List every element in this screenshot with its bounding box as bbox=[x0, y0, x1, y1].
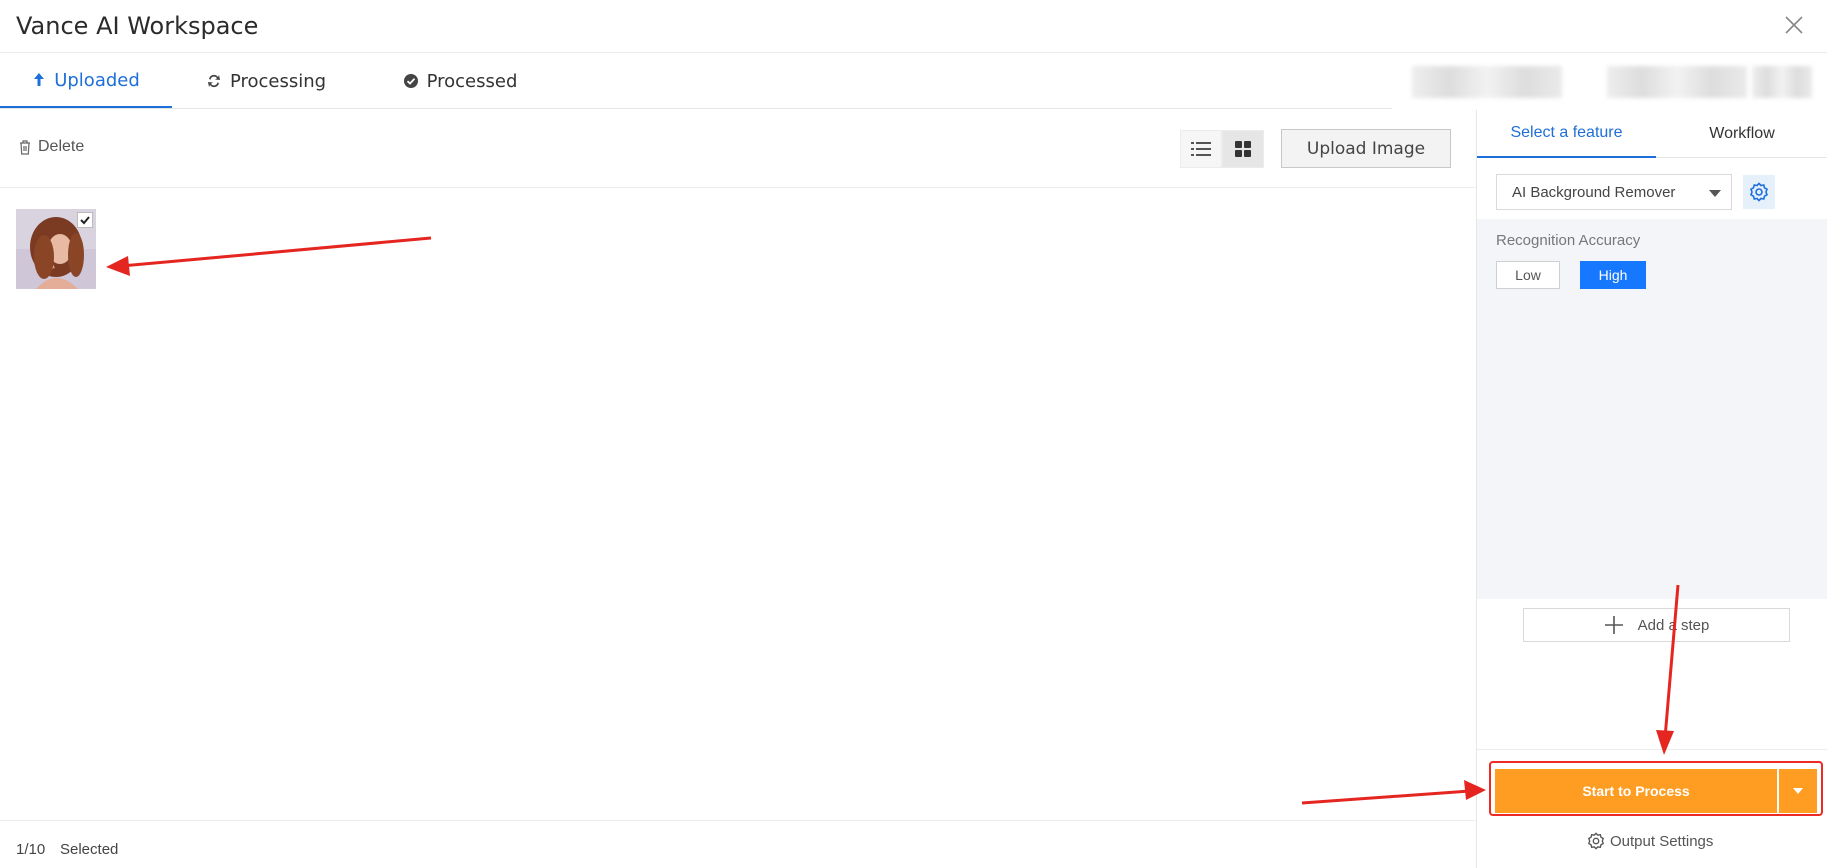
selection-count: 1/10 bbox=[16, 841, 46, 858]
feature-select-value: AI Background Remover bbox=[1512, 183, 1676, 201]
caret-down-icon bbox=[1709, 190, 1721, 197]
window-title: Vance AI Workspace bbox=[16, 12, 259, 40]
selected-checkbox[interactable] bbox=[77, 212, 93, 228]
start-process-button[interactable]: Start to Process bbox=[1495, 769, 1777, 813]
caret-down-icon bbox=[1793, 788, 1803, 794]
output-settings-link[interactable]: Output Settings bbox=[1587, 830, 1713, 852]
window-header: Vance AI Workspace bbox=[0, 0, 1827, 53]
tab-label: Uploaded bbox=[54, 69, 140, 91]
panel-divider bbox=[1477, 749, 1827, 750]
upload-image-button[interactable]: Upload Image bbox=[1281, 129, 1451, 168]
gear-icon bbox=[1750, 182, 1768, 202]
close-icon[interactable] bbox=[1783, 14, 1805, 36]
tab-workflow[interactable]: Workflow bbox=[1656, 110, 1827, 158]
trash-icon bbox=[20, 140, 30, 155]
image-gallery bbox=[0, 189, 1476, 819]
tab-processing[interactable]: Processing bbox=[196, 54, 336, 108]
blurred-block bbox=[1752, 66, 1812, 98]
tab-label: Processed bbox=[426, 70, 518, 92]
selected-label: Selected bbox=[60, 841, 119, 858]
add-step-label: Add a step bbox=[1637, 616, 1710, 634]
check-circle-icon bbox=[403, 74, 418, 88]
feature-settings-button[interactable] bbox=[1743, 175, 1775, 209]
grid-view-icon bbox=[1235, 141, 1251, 157]
output-settings-label: Output Settings bbox=[1610, 832, 1714, 850]
list-view-button[interactable] bbox=[1180, 130, 1222, 168]
toolbar: Delete Upload Image bbox=[0, 110, 1477, 188]
tab-uploaded[interactable]: Uploaded bbox=[0, 54, 172, 108]
add-step-button[interactable]: Add a step bbox=[1523, 608, 1790, 642]
delete-label: Delete bbox=[38, 138, 85, 155]
gear-icon bbox=[1587, 832, 1605, 850]
feature-select[interactable]: AI Background Remover bbox=[1496, 174, 1732, 210]
blurred-account-area bbox=[1392, 54, 1827, 110]
refresh-icon bbox=[207, 74, 220, 88]
plus-icon bbox=[1604, 616, 1623, 634]
check-icon bbox=[80, 216, 90, 225]
tab-label: Processing bbox=[229, 70, 327, 92]
view-toggle bbox=[1180, 130, 1264, 168]
panel-tabs: Select a feature Workflow bbox=[1477, 110, 1827, 158]
image-thumbnail[interactable] bbox=[16, 209, 96, 289]
accuracy-high-button[interactable]: High bbox=[1580, 261, 1646, 289]
blurred-block bbox=[1412, 66, 1562, 98]
feature-panel: Select a feature Workflow AI Background … bbox=[1476, 110, 1827, 868]
tab-processed[interactable]: Processed bbox=[380, 54, 540, 108]
accuracy-low-button[interactable]: Low bbox=[1496, 261, 1560, 289]
blurred-block bbox=[1607, 66, 1747, 98]
upload-arrow-icon bbox=[34, 73, 45, 86]
tab-select-feature[interactable]: Select a feature bbox=[1477, 110, 1656, 158]
recognition-accuracy-label: Recognition Accuracy bbox=[1496, 232, 1641, 249]
grid-view-button[interactable] bbox=[1222, 130, 1264, 168]
process-options-dropdown[interactable] bbox=[1779, 769, 1817, 813]
delete-button[interactable]: Delete bbox=[18, 138, 84, 156]
selection-footer: 1/10 Selected bbox=[0, 820, 1476, 868]
list-view-icon bbox=[1191, 142, 1211, 156]
status-tabs: Uploaded Processing Processed bbox=[0, 54, 1477, 109]
